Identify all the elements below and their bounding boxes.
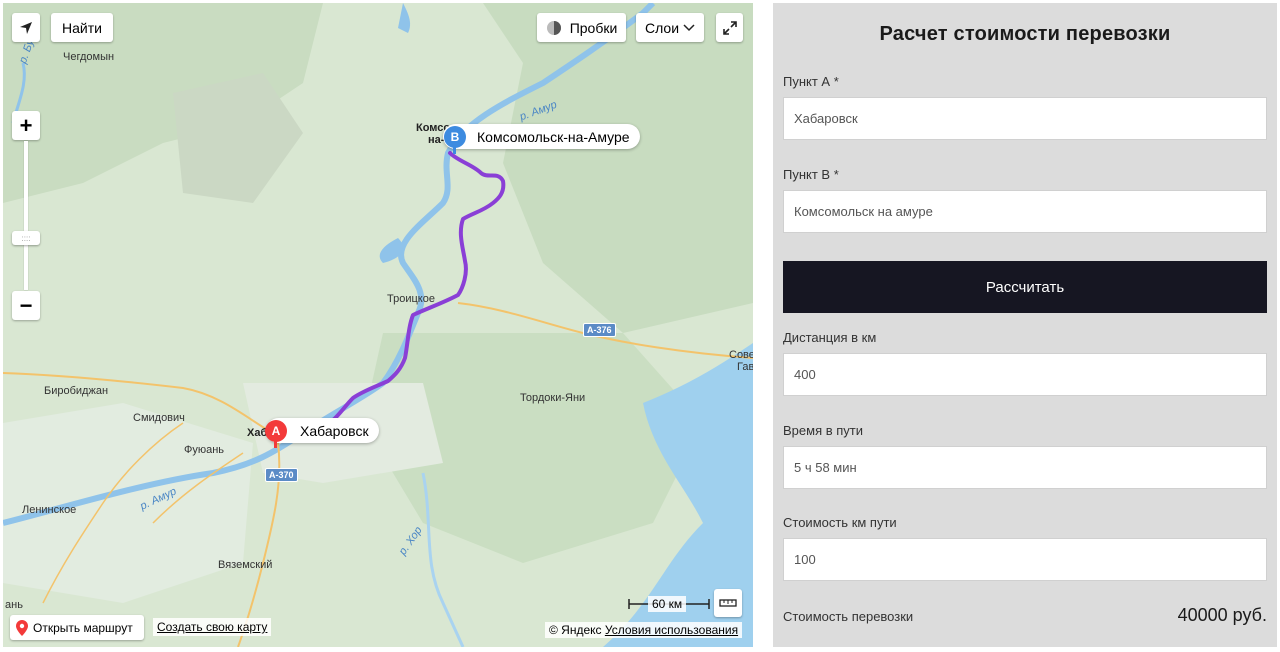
copyright-prefix: © Яндекс bbox=[549, 623, 602, 637]
geolocation-button[interactable] bbox=[12, 13, 40, 42]
fullscreen-button[interactable] bbox=[716, 13, 743, 42]
page: Чегдомын Биробиджан Смидович Фуюань Лени… bbox=[0, 0, 1280, 652]
panel-title: Расчет стоимости перевозки bbox=[879, 23, 1171, 45]
map-terrain bbox=[3, 3, 753, 647]
pin-a-marker[interactable]: A bbox=[265, 420, 287, 442]
road-badge-a370: А-370 bbox=[265, 468, 298, 482]
distance-field[interactable]: 400 bbox=[783, 353, 1267, 396]
point-a-label: Пункт А * bbox=[783, 74, 839, 89]
calculate-button[interactable]: Рассчитать bbox=[783, 261, 1267, 313]
rate-per-km-field[interactable]: 100 bbox=[783, 538, 1267, 581]
map-label-fuyuan: Фуюань bbox=[184, 444, 225, 456]
map-label-vyazemsky: Вяземский bbox=[218, 559, 273, 571]
navigation-arrow-icon bbox=[20, 21, 32, 34]
zoom-slider-track[interactable] bbox=[24, 141, 28, 290]
open-route-label: Открыть маршрут bbox=[33, 620, 133, 635]
expand-icon bbox=[722, 20, 737, 35]
traffic-icon bbox=[546, 20, 561, 35]
point-b-input[interactable]: Комсомольск на амуре bbox=[783, 190, 1267, 233]
point-b-label: Пункт B * bbox=[783, 167, 839, 182]
map-label-leninskoe: Ленинское bbox=[22, 504, 77, 516]
scale-label: 60 км bbox=[648, 596, 687, 612]
distance-label: Дистанция в км bbox=[783, 330, 877, 345]
travel-time-field[interactable]: 5 ч 58 мин bbox=[783, 446, 1267, 489]
point-a-input[interactable]: Хабаровск bbox=[783, 97, 1267, 140]
map-label-sove: Сове bbox=[729, 349, 753, 361]
map-label-tordoki-yani: Тордоки-Яни bbox=[520, 392, 586, 404]
total-cost-value: 40000 руб. bbox=[1177, 605, 1267, 625]
location-pin-icon bbox=[16, 619, 28, 636]
cost-calculator-panel: Расчет стоимости перевозки Пункт А * Хаб… bbox=[773, 3, 1277, 647]
layers-label: Слои bbox=[644, 19, 680, 36]
create-map-link[interactable]: Создать свою карту bbox=[153, 618, 272, 636]
open-route-button[interactable]: Открыть маршрут bbox=[10, 615, 144, 640]
chevron-down-icon bbox=[683, 23, 695, 31]
traffic-button[interactable]: Пробки bbox=[537, 13, 626, 42]
traffic-label: Пробки bbox=[569, 19, 618, 36]
map-label-birobidzhan: Биробиджан bbox=[44, 385, 109, 397]
total-cost-label: Стоимость перевозки bbox=[783, 609, 914, 624]
rate-per-km-label: Стоимость км пути bbox=[783, 515, 897, 530]
pin-b-label[interactable]: Комсомольск-на-Амуре bbox=[443, 124, 640, 149]
map-label-na: на- bbox=[428, 134, 445, 146]
map-view[interactable]: Чегдомын Биробиджан Смидович Фуюань Лени… bbox=[3, 3, 753, 647]
map-label-chegdomyn: Чегдомын bbox=[63, 51, 115, 63]
travel-time-label: Время в пути bbox=[783, 423, 863, 438]
copyright: © Яндекс Условия использования bbox=[545, 622, 743, 638]
pin-b-marker[interactable]: B bbox=[444, 126, 466, 148]
map-label-an: ань bbox=[5, 599, 23, 611]
zoom-in-button[interactable]: + bbox=[12, 111, 40, 140]
map-label-gav: Гав bbox=[737, 361, 753, 373]
road-badge-a376: А-376 bbox=[583, 323, 616, 337]
zoom-slider-handle[interactable]: :::: bbox=[12, 231, 40, 245]
map-label-troitskoe: Троицкое bbox=[387, 293, 435, 305]
find-button[interactable]: Найти bbox=[51, 13, 113, 42]
terms-link[interactable]: Условия использования bbox=[605, 623, 738, 637]
ruler-button[interactable] bbox=[714, 589, 742, 617]
layers-button[interactable]: Слои bbox=[636, 13, 704, 42]
map-label-smidovich: Смидович bbox=[133, 412, 185, 424]
zoom-out-button[interactable]: − bbox=[12, 291, 40, 320]
ruler-icon bbox=[719, 599, 737, 607]
